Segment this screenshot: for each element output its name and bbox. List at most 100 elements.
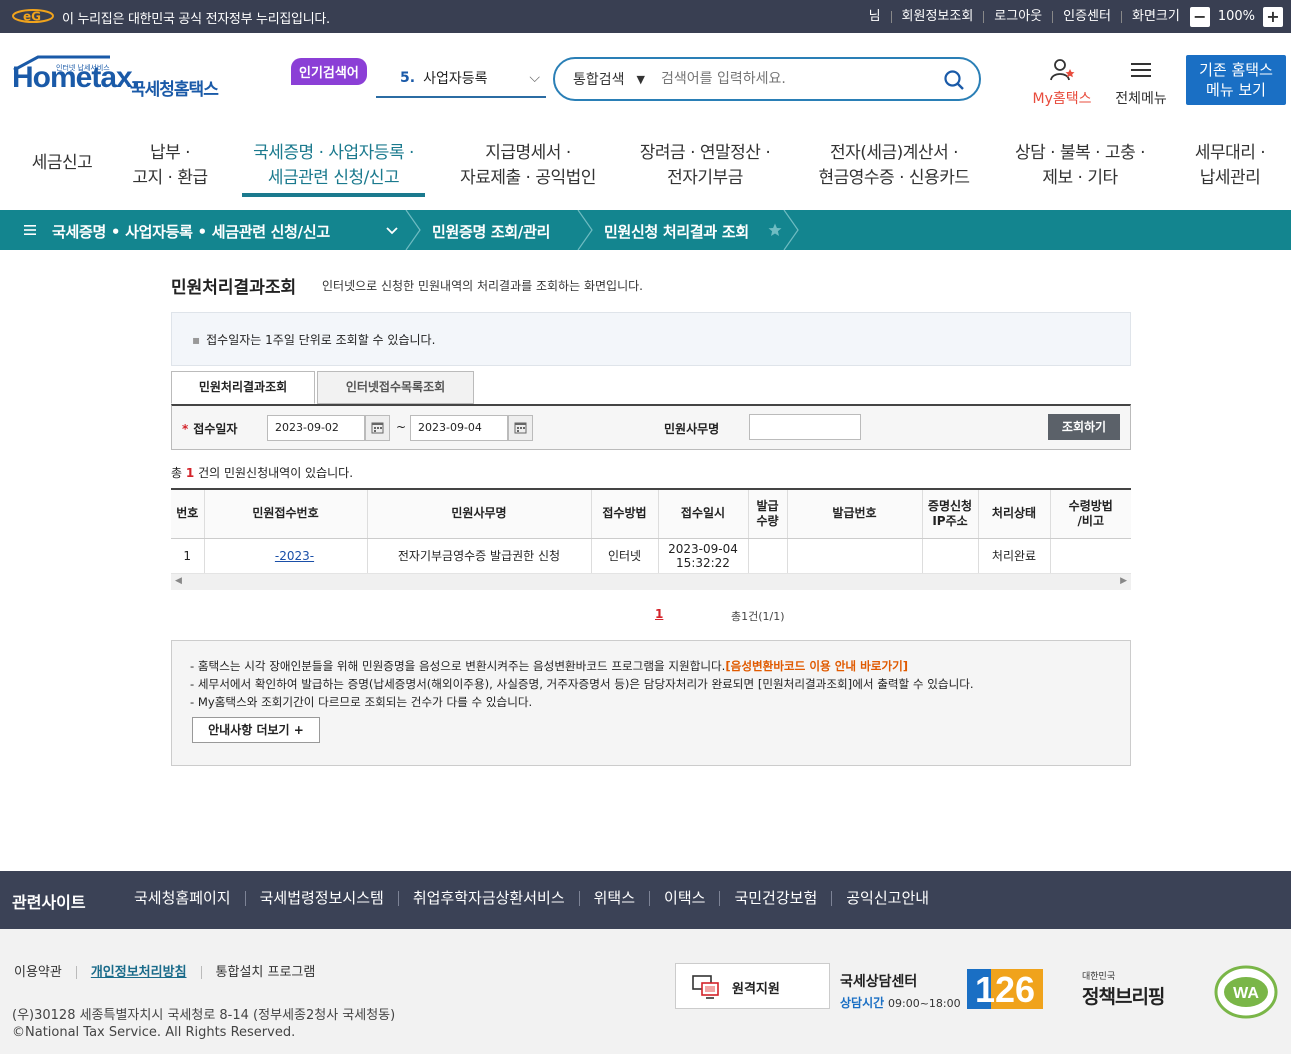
- receipt-no-link[interactable]: -2023-: [257, 549, 314, 563]
- zoom-level: 100%: [1217, 9, 1255, 24]
- gnb-item-consult[interactable]: 상담 · 불복 · 고충 · 제보 · 기타: [1005, 141, 1155, 191]
- date-from-input[interactable]: 2023-09-02: [267, 415, 365, 441]
- horizontal-scrollbar[interactable]: ◀ ▶: [171, 573, 1131, 590]
- gnb-item-payment[interactable]: 납부 · 고지 · 환급: [120, 141, 220, 191]
- gnb-label-2: 세금관련 신청/신고: [267, 168, 400, 188]
- my-hometax-label: My홈택스: [1032, 91, 1092, 107]
- terms-link[interactable]: 이용약관: [14, 966, 76, 979]
- gnb-label-1: 국세증명 · 사업자등록 ·: [253, 143, 414, 163]
- chevron-down-icon[interactable]: [386, 226, 398, 236]
- related-site-link[interactable]: 국세법령정보시스템: [244, 891, 398, 906]
- gnb-item-incentive[interactable]: 장려금 · 연말정산 · 전자기부금: [630, 141, 780, 191]
- gnb-label-1: 상담 · 불복 · 고충 ·: [1014, 143, 1146, 163]
- gnb-item-e-invoice[interactable]: 전자(세금)계산서 · 현금영수증 · 신용카드: [808, 141, 980, 191]
- gnb-item-tax-return[interactable]: 세금신고: [30, 151, 94, 176]
- breadcrumb: 국세증명 • 사업자등록 • 세금관련 신청/신고 민원증명 조회/관리 민원신…: [0, 210, 1291, 250]
- install-program-link[interactable]: 통합설치 프로그램: [200, 966, 330, 979]
- date-to-input[interactable]: 2023-09-04: [410, 415, 508, 441]
- page-current[interactable]: 1: [655, 607, 663, 621]
- zoom-in-button[interactable]: +: [1263, 6, 1283, 27]
- info-text: 접수일자는 1주일 단위로 조회할 수 있습니다.: [206, 333, 436, 347]
- date-label: * 접수일자: [182, 422, 238, 436]
- logo-name: 국세청홈택스: [130, 80, 219, 100]
- table-header-row: 번호 민원접수번호 민원사무명 접수방법 접수일시 발급 수량 발급번호 증명신…: [171, 490, 1131, 539]
- search-bar: 통합검색 ▼: [553, 57, 981, 101]
- member-info-link[interactable]: 회원정보조회: [890, 10, 984, 23]
- result-count: 총 1 건의 민원신청내역이 있습니다.: [171, 466, 354, 480]
- cell-ip: [922, 538, 979, 573]
- cell-note: [1050, 538, 1131, 573]
- gnb-label-1: 세무대리 ·: [1194, 143, 1266, 163]
- tab-bar: 민원처리결과조회 인터넷접수목록조회: [171, 371, 1131, 404]
- bullet-icon: ▪: [192, 333, 201, 347]
- tab-internet-list[interactable]: 인터넷접수목록조회: [317, 371, 474, 404]
- breadcrumb-separator-icon: [405, 210, 421, 250]
- barcode-guide-link[interactable]: [음성변환바코드 이용 안내 바로가기]: [725, 659, 908, 673]
- related-site-link[interactable]: 이택스: [649, 891, 719, 906]
- breadcrumb-separator-icon: [577, 210, 593, 250]
- gnb-label-1: 지급명세서 ·: [485, 143, 571, 163]
- service-name-input[interactable]: [749, 414, 861, 440]
- related-site-link[interactable]: 국세청홈페이지: [120, 891, 245, 906]
- gnb-item-agent[interactable]: 세무대리 · 납세관리: [1180, 141, 1280, 191]
- zoom-out-button[interactable]: −: [1189, 6, 1210, 27]
- related-site-link[interactable]: 공익신고안내: [831, 891, 943, 906]
- cell-no: 1: [171, 538, 205, 573]
- calendar-icon[interactable]: [365, 415, 390, 441]
- breadcrumb-item-1[interactable]: 국세증명 • 사업자등록 • 세금관련 신청/신고: [52, 221, 330, 242]
- related-site-link[interactable]: 국민건강보험: [719, 891, 831, 906]
- my-hometax-button[interactable]: My홈택스: [1028, 58, 1096, 108]
- favorite-star-icon[interactable]: [768, 223, 782, 237]
- cell-receipt-no[interactable]: -2023-: [204, 538, 368, 573]
- scroll-right-icon[interactable]: ▶: [1120, 576, 1127, 586]
- popular-search-select[interactable]: 5. 사업자등록 ⌵: [376, 60, 546, 98]
- popular-search-badge: 인기검색어: [291, 58, 367, 85]
- gnb-item-certificate[interactable]: 국세증명 · 사업자등록 · 세금관련 신청/신고: [242, 141, 425, 191]
- search-input[interactable]: [661, 71, 911, 87]
- col-note: 수령방법 /비고: [1050, 490, 1131, 539]
- egov-logo-icon: eG: [12, 9, 54, 24]
- col-issue-no: 발급번호: [787, 490, 923, 539]
- old-menu-button[interactable]: 기존 홈택스 메뉴 보기: [1186, 55, 1286, 105]
- menu-icon: [24, 225, 36, 235]
- screen-size-label: 화면크기: [1120, 10, 1190, 23]
- breadcrumb-item-3: 민원신청 처리결과 조회: [604, 223, 749, 241]
- breadcrumb-item-2[interactable]: 민원증명 조회/관리: [432, 221, 550, 242]
- gnb-label-2: 납세관리: [1199, 168, 1261, 188]
- popular-rank: 5.: [400, 70, 416, 86]
- search-button[interactable]: 조회하기: [1048, 414, 1120, 440]
- related-site-link[interactable]: 취업후학자금상환서비스: [397, 891, 579, 906]
- footer-copyright: ©National Tax Service. All Rights Reserv…: [12, 1025, 296, 1040]
- privacy-link[interactable]: 개인정보처리방침: [75, 966, 201, 979]
- page-title: 민원처리결과조회: [171, 278, 297, 298]
- calendar-icon[interactable]: [508, 415, 533, 441]
- remote-support-button[interactable]: 원격지원: [675, 963, 830, 1009]
- related-sites-title: 관련사이트: [12, 893, 86, 912]
- gnb-item-statement[interactable]: 지급명세서 · 자료제출 · 공익법인: [450, 141, 606, 191]
- related-sites-list: 국세청홈페이지 국세법령정보시스템 취업후학자금상환서비스 위택스 이택스 국민…: [120, 891, 943, 906]
- old-menu-line2: 메뉴 보기: [1206, 81, 1266, 99]
- cell-issue-no: [787, 538, 923, 573]
- col-status: 처리상태: [978, 490, 1051, 539]
- call-126-logo: 126: [967, 969, 1043, 1009]
- search-icon[interactable]: [943, 69, 965, 91]
- col-service-name: 민원사무명: [367, 490, 592, 539]
- info-box: ▪ 접수일자는 1주일 단위로 조회할 수 있습니다.: [171, 312, 1131, 366]
- gnb-label-2: 제보 · 기타: [1042, 168, 1118, 188]
- remote-support-icon: [692, 975, 719, 999]
- logout-link[interactable]: 로그아웃: [983, 10, 1052, 23]
- remote-support-label: 원격지원: [732, 982, 780, 997]
- related-site-link[interactable]: 위택스: [578, 891, 649, 906]
- wa-certification-logo: WA: [1214, 965, 1278, 1019]
- all-menu-button[interactable]: 전체메뉴: [1110, 58, 1172, 108]
- result-count-number: 1: [185, 466, 195, 480]
- scroll-left-icon[interactable]: ◀: [175, 576, 182, 586]
- more-notice-button[interactable]: 안내사항 더보기 +: [192, 717, 320, 743]
- policy-briefing-logo[interactable]: 대한민국 정책브리핑: [1082, 969, 1177, 1013]
- search-category-select[interactable]: 통합검색: [573, 69, 625, 89]
- popular-term: 사업자등록: [423, 71, 488, 87]
- cert-center-link[interactable]: 인증센터: [1052, 10, 1121, 23]
- tab-result[interactable]: 민원처리결과조회: [171, 371, 315, 404]
- hometax-logo[interactable]: 인터넷 납세서비스 Hometax. 국세청홈택스: [12, 55, 232, 105]
- gnb-label-1: 납부 ·: [149, 143, 191, 163]
